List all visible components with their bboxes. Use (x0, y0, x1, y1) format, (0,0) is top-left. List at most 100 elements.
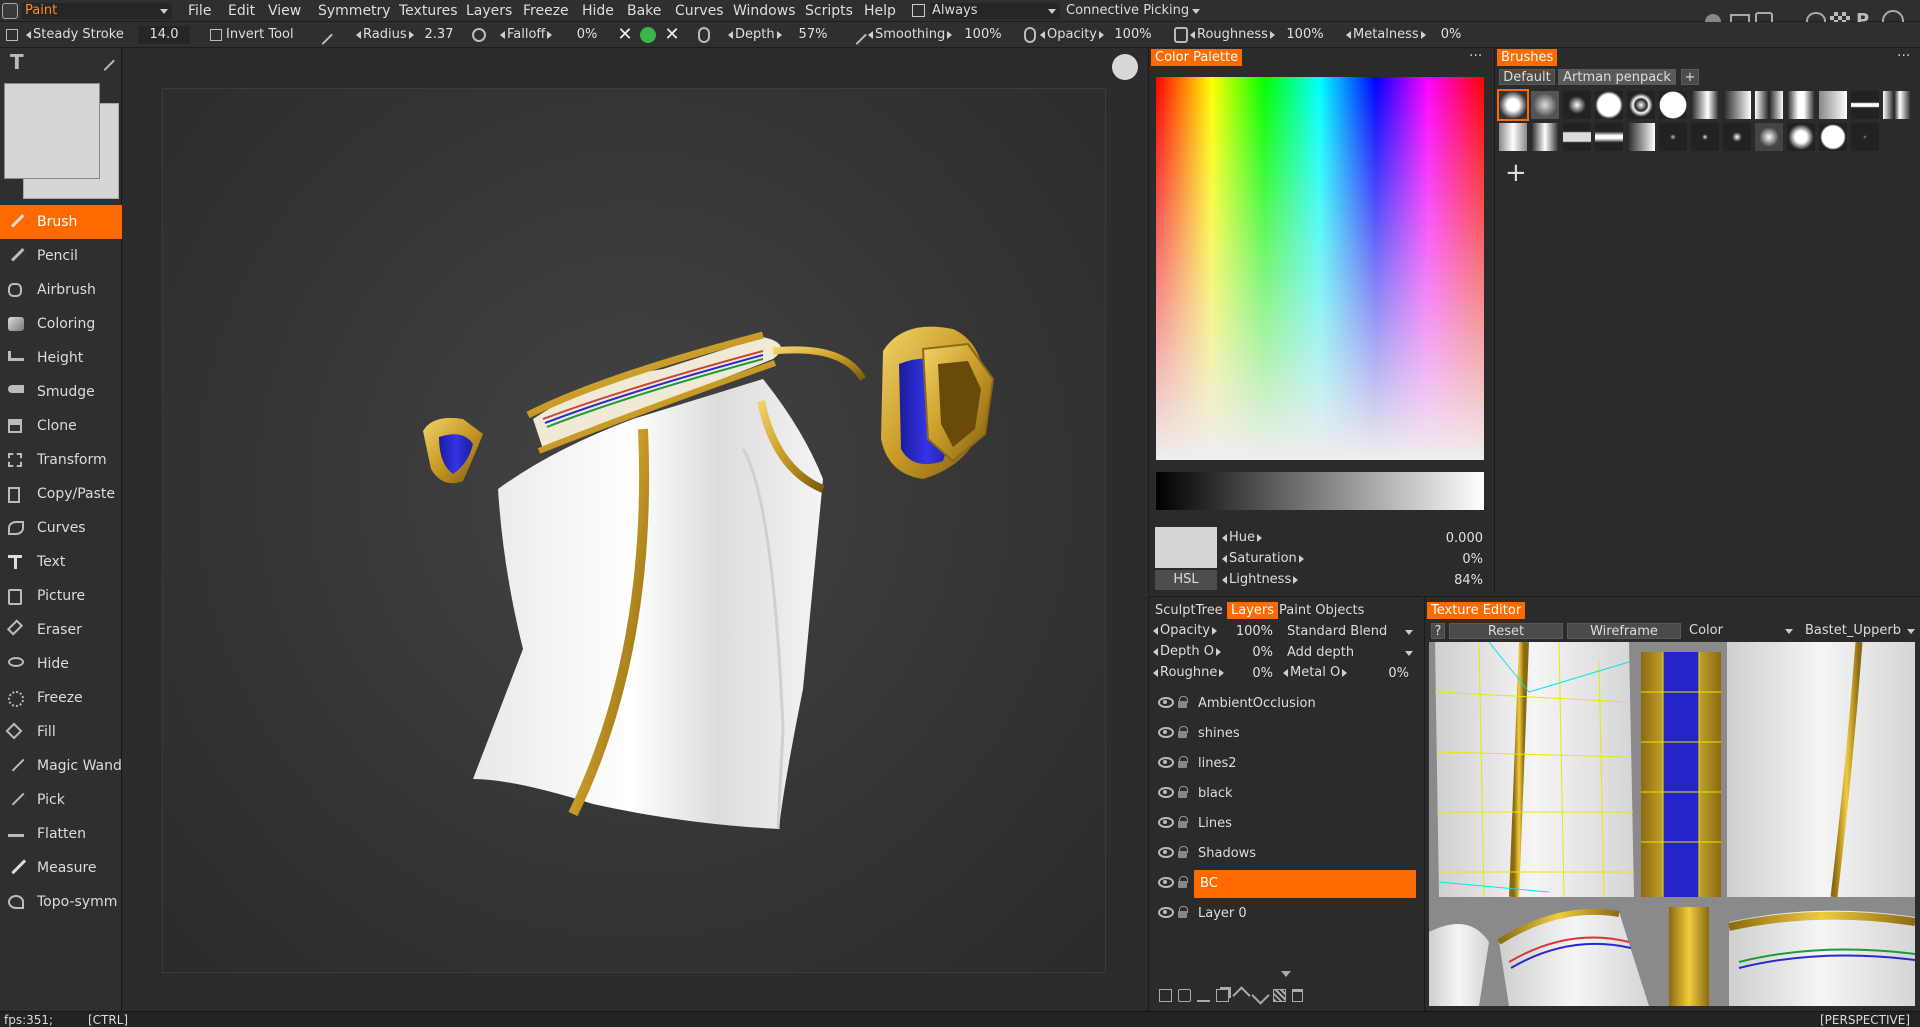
duplicate-layer-icon[interactable] (1216, 989, 1229, 1002)
smoothing-value[interactable]: 100% (958, 26, 1008, 44)
brush-preset[interactable] (1531, 123, 1559, 151)
visibility-eye-icon[interactable] (1158, 787, 1174, 798)
layer-row[interactable]: shines (1150, 718, 1420, 748)
move-down-icon[interactable] (1251, 986, 1270, 1005)
lock-icon[interactable] (1178, 906, 1188, 918)
scroll-down-icon[interactable] (1281, 971, 1291, 977)
close-x-icon[interactable]: ✕ (616, 26, 634, 44)
mouse-icon[interactable] (698, 27, 710, 43)
layer-roughness-value[interactable]: 0% (1229, 665, 1273, 683)
lock-icon[interactable] (1178, 726, 1188, 738)
tool-freeze[interactable]: Freeze (0, 681, 122, 715)
visibility-eye-icon[interactable] (1158, 907, 1174, 918)
brush-preset[interactable] (1531, 91, 1559, 119)
falloff-value[interactable]: 0% (566, 26, 608, 44)
tool-measure[interactable]: Measure (0, 851, 122, 885)
move-up-icon[interactable] (1232, 986, 1251, 1005)
radius-value[interactable]: 2.37 (414, 26, 464, 44)
brush-preset[interactable] (1627, 123, 1655, 151)
tool-fill[interactable]: Fill (0, 715, 122, 749)
clear-layer-icon[interactable] (1273, 989, 1286, 1002)
visibility-eye-icon[interactable] (1158, 877, 1174, 888)
menu-layers[interactable]: Layers (466, 2, 512, 20)
new-layer-icon[interactable] (1159, 989, 1172, 1002)
channel-dropdown[interactable]: Color (1685, 623, 1797, 639)
brush-preset[interactable] (1659, 91, 1687, 119)
tool-text[interactable]: Text (0, 545, 122, 579)
depth-value[interactable]: 57% (790, 26, 836, 44)
lock-icon[interactable] (1178, 756, 1188, 768)
camera-icon[interactable] (1112, 54, 1138, 80)
tool-clone[interactable]: Clone (0, 409, 122, 443)
menu-help[interactable]: Help (864, 2, 896, 20)
lock-icon[interactable] (1178, 876, 1188, 888)
tool-coloring[interactable]: Coloring (0, 307, 122, 341)
lightness-value[interactable]: 84% (1435, 572, 1483, 590)
brush-preset[interactable] (1595, 91, 1623, 119)
mode-select[interactable]: Paint (22, 3, 172, 19)
tool-magic-wand[interactable]: Magic Wand (0, 749, 122, 783)
tab-layers[interactable]: Layers (1227, 602, 1279, 619)
always-checkbox[interactable] (912, 4, 925, 17)
tool-pencil[interactable]: Pencil (0, 239, 122, 273)
layer-row[interactable]: black (1150, 778, 1420, 808)
pen-pressure-icon[interactable] (313, 25, 333, 45)
brush-preset[interactable] (1883, 91, 1911, 119)
texture-dropdown[interactable]: Bastet_Upperb (1801, 623, 1919, 639)
new-folder-icon[interactable] (1178, 989, 1191, 1002)
brush-preset[interactable] (1851, 123, 1879, 151)
layer-row[interactable]: lines2 (1150, 748, 1420, 778)
add-brush-pack-button[interactable]: + (1681, 69, 1699, 85)
primary-color-swatch[interactable] (4, 83, 100, 179)
tool-smudge[interactable]: Smudge (0, 375, 122, 409)
lock-icon[interactable] (1178, 846, 1188, 858)
brush-preset[interactable] (1659, 123, 1687, 151)
invert-tool-checkbox[interactable] (210, 29, 222, 41)
brush-preset[interactable] (1819, 91, 1847, 119)
brush-pack-artman[interactable]: Artman penpack (1558, 69, 1676, 85)
brush-preset[interactable] (1691, 91, 1719, 119)
lightness-slider[interactable] (1156, 472, 1484, 510)
falloff-icon[interactable] (472, 28, 486, 42)
menu-view[interactable]: View (268, 2, 301, 20)
blend-mode-dropdown[interactable]: Standard Blend (1287, 624, 1417, 640)
tool-curves[interactable]: Curves (0, 511, 122, 545)
menu-scripts[interactable]: Scripts (805, 2, 853, 20)
uv-texture-view[interactable] (1429, 642, 1915, 1006)
tab-paint-objects[interactable]: Paint Objects (1275, 602, 1368, 619)
brush-preset[interactable] (1595, 123, 1623, 151)
brush-pack-default[interactable]: Default (1499, 69, 1555, 85)
menu-curves[interactable]: Curves (675, 2, 724, 20)
brush-preset[interactable] (1563, 123, 1591, 151)
layer-row[interactable]: AmbientOcclusion (1150, 688, 1420, 718)
tool-topo-symm[interactable]: Topo-symm (0, 885, 122, 919)
viewport-frame[interactable] (162, 88, 1106, 973)
tab-sculpttree[interactable]: SculptTree (1151, 602, 1227, 619)
menu-windows[interactable]: Windows (733, 2, 796, 20)
brush-preset[interactable] (1497, 89, 1529, 121)
saturation-value[interactable]: 0% (1435, 551, 1483, 569)
hsl-mode-button[interactable]: HSL (1155, 570, 1217, 590)
brush-preset[interactable] (1755, 123, 1783, 151)
connective-picking-dropdown[interactable]: Connective Picking (1064, 3, 1204, 19)
menu-freeze[interactable]: Freeze (523, 2, 569, 20)
tool-height[interactable]: Height (0, 341, 122, 375)
tool-eraser[interactable]: Eraser (0, 613, 122, 647)
mouse-icon-2[interactable] (1024, 27, 1036, 43)
tool-airbrush[interactable]: Airbrush (0, 273, 122, 307)
merge-down-icon[interactable] (1197, 989, 1210, 1002)
lock-icon[interactable] (1174, 27, 1188, 43)
reset-button[interactable]: Reset (1449, 623, 1563, 639)
tool-pick[interactable]: Pick (0, 783, 122, 817)
roughness-value[interactable]: 100% (1280, 26, 1330, 44)
delete-layer-icon[interactable] (1292, 989, 1303, 1002)
brush-preset[interactable] (1819, 123, 1847, 151)
brush-preset[interactable] (1723, 91, 1751, 119)
metalness-value[interactable]: 0% (1426, 26, 1476, 44)
opacity-value[interactable]: 100% (1108, 26, 1158, 44)
layer-metal-value[interactable]: 0% (1365, 665, 1409, 683)
steady-stroke-checkbox[interactable] (6, 29, 18, 41)
always-dropdown[interactable]: Always (930, 3, 1060, 19)
panel-menu-icon[interactable]: ··· (1469, 48, 1482, 64)
lock-icon[interactable] (1178, 816, 1188, 828)
